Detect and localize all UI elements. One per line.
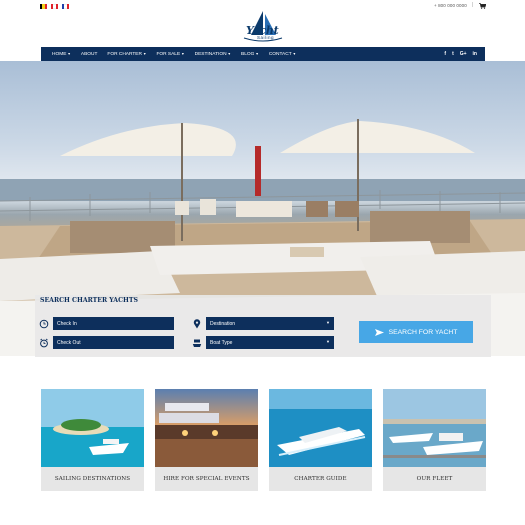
check-in-field[interactable]: Check In xyxy=(53,317,174,330)
tropical-island-image xyxy=(41,389,144,467)
nav-item-for-charter[interactable]: FOR CHARTER ▼ xyxy=(107,52,146,57)
canada-flag-icon[interactable] xyxy=(51,4,58,9)
social-links: f t G+ in xyxy=(444,47,477,61)
motor-yacht-image xyxy=(269,389,372,467)
phone-number[interactable]: + 800 000 0000 xyxy=(434,3,467,8)
card-label: CHARTER GUIDE xyxy=(269,467,372,491)
language-flags xyxy=(40,4,69,9)
check-out-placeholder: Check Out xyxy=(57,339,81,346)
search-button-label: SEARCH FOR YACHT xyxy=(388,328,458,336)
france-flag-icon[interactable] xyxy=(62,4,69,9)
destination-select[interactable]: Destination ▼ xyxy=(206,317,334,330)
chevron-down-icon: ▼ xyxy=(67,52,71,56)
divider: | xyxy=(472,2,474,8)
card-hire-for-special-events[interactable]: HIRE FOR SPECIAL EVENTS xyxy=(155,389,258,491)
linkedin-icon[interactable]: in xyxy=(473,51,477,57)
nav-item-blog[interactable]: BLOG ▼ xyxy=(241,52,259,57)
chevron-down-icon: ▼ xyxy=(181,52,185,56)
alarm-clock-icon xyxy=(40,338,48,348)
chevron-down-icon: ▼ xyxy=(326,320,330,325)
paper-plane-icon xyxy=(374,328,384,336)
nav-item-contact[interactable]: CONTACT ▼ xyxy=(269,52,296,57)
card-label: OUR FLEET xyxy=(383,467,486,491)
card-sailing-destinations[interactable]: SAILING DESTINATIONS xyxy=(41,389,144,491)
chevron-down-icon: ▼ xyxy=(292,52,297,56)
chevron-down-icon: ▼ xyxy=(227,52,232,56)
chevron-down-icon: ▼ xyxy=(142,52,147,56)
boat-type-select[interactable]: Boat Type ▼ xyxy=(206,336,334,349)
belgium-flag-icon[interactable] xyxy=(40,4,47,9)
clock-icon xyxy=(39,319,49,329)
check-out-field[interactable]: Check Out xyxy=(53,336,174,349)
main-navigation: HOME ▼ ABOUT FOR CHARTER ▼ FOR SALE ▼ DESTI… xyxy=(41,47,485,61)
boat-icon xyxy=(192,339,202,347)
card-our-fleet[interactable]: OUR FLEET xyxy=(383,389,486,491)
chevron-down-icon: ▼ xyxy=(326,339,330,344)
logo-subtitle: Sailing xyxy=(257,35,275,40)
search-charter-panel: SEARCH CHARTER YACHTS Check In Check Out… xyxy=(35,295,491,357)
cart-icon[interactable] xyxy=(479,3,486,9)
boat-type-value: Boat Type xyxy=(210,339,233,346)
nav-item-destination[interactable]: DESTINATION ▼ xyxy=(195,52,231,57)
map-pin-icon xyxy=(193,319,201,329)
chevron-down-icon: ▼ xyxy=(255,52,259,56)
marina-fleet-image xyxy=(383,389,486,467)
twitter-icon[interactable]: t xyxy=(452,51,454,57)
google-plus-icon[interactable]: G+ xyxy=(460,51,467,57)
yacht-sunset-image xyxy=(155,389,258,467)
search-title: SEARCH CHARTER YACHTS xyxy=(40,297,138,304)
destination-value: Destination xyxy=(210,320,236,327)
check-in-placeholder: Check In xyxy=(57,320,77,327)
nav-item-for-sale[interactable]: FOR SALE ▼ xyxy=(156,52,184,57)
nav-item-home[interactable]: HOME ▼ xyxy=(52,52,71,57)
search-for-yacht-button[interactable]: SEARCH FOR YACHT xyxy=(359,321,473,343)
facebook-icon[interactable]: f xyxy=(444,51,446,57)
nav-item-about[interactable]: ABOUT xyxy=(81,52,98,57)
card-charter-guide[interactable]: CHARTER GUIDE xyxy=(269,389,372,491)
card-label: HIRE FOR SPECIAL EVENTS xyxy=(155,467,258,491)
card-label: SAILING DESTINATIONS xyxy=(41,467,144,491)
